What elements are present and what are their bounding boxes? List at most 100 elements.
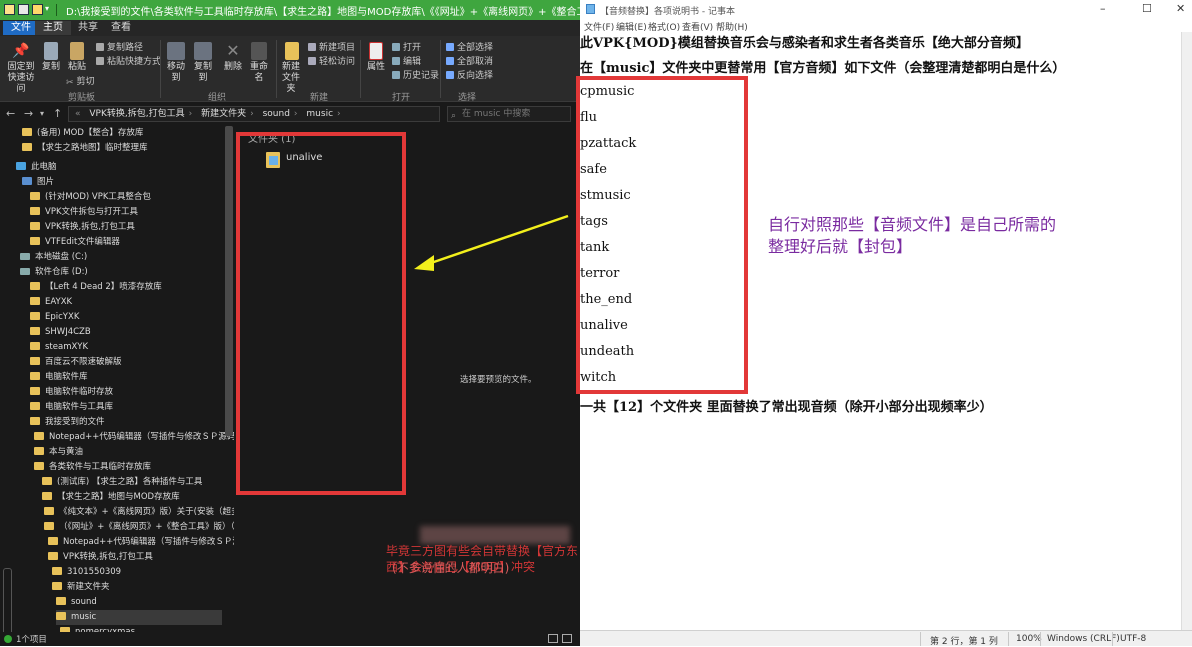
- tab-view[interactable]: 查看: [103, 21, 139, 35]
- large-icons-view-icon[interactable]: [562, 634, 572, 643]
- tree-item[interactable]: VPK转换,拆包,打包工具: [48, 550, 153, 565]
- tree-item[interactable]: VTFEdit文件编辑器: [30, 235, 120, 250]
- tree-item-label: 软件仓库 (D:): [35, 267, 88, 277]
- maximize-icon[interactable]: ☐: [1142, 2, 1152, 15]
- tree-item-label: VPK文件拆包与打开工具: [45, 207, 139, 217]
- new-folder-quick-icon[interactable]: [32, 4, 43, 15]
- ribbon-separator: [276, 40, 277, 98]
- history-button[interactable]: 历史记录: [392, 68, 439, 81]
- new-folder-button[interactable]: 新建文件夹: [280, 42, 304, 95]
- recent-chevron-icon[interactable]: ▾: [40, 109, 44, 118]
- chevron-down-icon[interactable]: ▾: [45, 4, 56, 15]
- tree-item[interactable]: Notepad++代码编辑器（写插件与修改ＳＰ源码所用_: [34, 430, 234, 445]
- select-all-button[interactable]: 全部选择: [446, 40, 493, 53]
- tree-item[interactable]: sound: [56, 595, 97, 610]
- tree-scrollbar[interactable]: [225, 126, 233, 436]
- tree-item[interactable]: 【Left 4 Dead 2】喷漆存放库: [30, 280, 162, 295]
- details-view-icon[interactable]: [548, 634, 558, 643]
- tree-item[interactable]: 3101550309: [52, 565, 121, 580]
- tree-item[interactable]: 【求生之路地图】临时整理库📌: [22, 141, 232, 156]
- breadcrumb-item[interactable]: music: [306, 107, 333, 121]
- new-item-button[interactable]: 新建项目: [308, 40, 355, 53]
- folder-icon: [30, 222, 40, 230]
- back-arrow-icon[interactable]: ←: [6, 107, 15, 120]
- folder-icon[interactable]: [4, 4, 15, 15]
- tree-item[interactable]: 电脑软件与工具库: [30, 400, 113, 415]
- tree-item[interactable]: (针对MOD) VPK工具整合包: [30, 190, 151, 205]
- tree-item[interactable]: (测试库) 【求生之路】各种插件与工具: [42, 475, 202, 490]
- up-arrow-icon[interactable]: ↑: [53, 107, 62, 120]
- tree-item[interactable]: VPK文件拆包与打开工具: [30, 205, 138, 220]
- copy-button[interactable]: 复制: [40, 42, 62, 73]
- properties-button[interactable]: 属性: [364, 42, 388, 73]
- tab-file[interactable]: 文件: [3, 21, 39, 35]
- pin-quick-access-button[interactable]: 📌 固定到快速访问: [4, 42, 38, 95]
- tree-item[interactable]: Notepad++代码编辑器（写插件与修改ＳＰ源码: [48, 535, 234, 550]
- easy-access-button[interactable]: 轻松访问: [308, 54, 355, 67]
- tree-item[interactable]: 此电脑: [16, 160, 57, 175]
- invert-selection-button[interactable]: 反向选择: [446, 68, 493, 81]
- paste-button[interactable]: 粘贴: [66, 42, 88, 73]
- new-item-icon: [308, 43, 316, 51]
- tree-item[interactable]: 本与黄油: [34, 445, 83, 460]
- drive-icon: [20, 253, 30, 260]
- open-button[interactable]: 打开: [392, 40, 421, 53]
- copy-to-icon: [194, 42, 212, 60]
- properties-quick-icon[interactable]: [18, 4, 29, 15]
- cut-button[interactable]: ✂ 剪切: [66, 74, 95, 88]
- drive-icon: [20, 268, 30, 275]
- tree-item[interactable]: 百度云不限速破解版: [30, 355, 122, 370]
- paste-shortcut-button[interactable]: 粘贴快捷方式: [96, 54, 161, 67]
- edit-button[interactable]: 编辑: [392, 54, 421, 67]
- tree-item[interactable]: 新建文件夹: [52, 580, 110, 595]
- tree-item[interactable]: steamXYK: [30, 340, 88, 355]
- copy-to-button[interactable]: 复制到: [191, 42, 215, 84]
- chevron-icon: «: [75, 109, 81, 119]
- move-to-button[interactable]: 移动到: [164, 42, 188, 84]
- tree-item[interactable]: 图片: [22, 175, 54, 190]
- tab-home[interactable]: 主页: [35, 21, 71, 35]
- breadcrumb-item[interactable]: 新建文件夹: [201, 107, 246, 121]
- folder-icon: [30, 357, 40, 365]
- tree-item[interactable]: nomercyxmas: [60, 625, 135, 632]
- tree-item[interactable]: 软件仓库 (D:): [20, 265, 88, 280]
- forward-arrow-icon[interactable]: →: [24, 107, 33, 120]
- delete-button[interactable]: ✕ 删除: [222, 42, 244, 73]
- tree-item[interactable]: EAYXK: [30, 295, 72, 310]
- paste-shortcut-label: 粘贴快捷方式: [107, 57, 162, 67]
- folder-icon: [22, 143, 32, 151]
- tab-share[interactable]: 共享: [70, 21, 106, 35]
- tree-item[interactable]: (备用) MOD【整合】存放库📌: [22, 126, 232, 141]
- tree-item[interactable]: VPK转换,拆包,打包工具: [30, 220, 135, 235]
- tree-item-label: 本与黄油: [49, 447, 84, 457]
- notepad-scrollbar[interactable]: [1181, 32, 1192, 630]
- folder-icon: [48, 552, 58, 560]
- pin-quick-access-label: 固定到快速访问: [7, 62, 35, 94]
- tree-item[interactable]: （《网址》+《离线网页》+《整合工具》版）（关: [44, 520, 234, 535]
- tree-item[interactable]: 我接受到的文件: [30, 415, 105, 430]
- tree-item[interactable]: 【求生之路】地图与MOD存放库: [42, 490, 180, 505]
- tree-item-label: 此电脑: [31, 162, 57, 172]
- rename-icon: [251, 42, 267, 60]
- tree-item[interactable]: 电脑软件库: [30, 370, 88, 385]
- folder-icon: [44, 522, 54, 530]
- select-none-button[interactable]: 全部取消: [446, 54, 493, 67]
- tree-item[interactable]: 电脑软件临时存放: [30, 385, 113, 400]
- copy-path-button[interactable]: 复制路径: [96, 40, 143, 53]
- breadcrumb-item[interactable]: sound: [263, 107, 290, 121]
- tree-item[interactable]: 各类软件与工具临时存放库: [34, 460, 151, 475]
- tree-item-label: Notepad++代码编辑器（写插件与修改ＳＰ源码: [63, 537, 234, 547]
- tree-item-selected[interactable]: music: [56, 610, 222, 625]
- tree-item[interactable]: EpicYXK: [30, 310, 79, 325]
- breadcrumb-item[interactable]: VPK转换,拆包,打包工具: [89, 107, 184, 121]
- tree-item[interactable]: 本地磁盘 (C:): [20, 250, 87, 265]
- minimize-icon[interactable]: –: [1100, 2, 1106, 15]
- close-icon[interactable]: ✕: [1176, 2, 1185, 15]
- tree-item[interactable]: 《纯文本》+《离线网页》版）关于(安装（超多）: [44, 505, 234, 520]
- tree-item[interactable]: SHWJ4CZB: [30, 325, 91, 340]
- tree-item-label: 3101550309: [67, 567, 122, 577]
- search-input[interactable]: ⌕ 在 music 中搜索: [447, 106, 571, 122]
- rename-button[interactable]: 重命名: [246, 42, 272, 84]
- address-bar[interactable]: « VPK转换,拆包,打包工具 › 新建文件夹 › sound › music ›: [68, 106, 440, 122]
- notepad-menu-bar: 文件(F) 编辑(E) 格式(O) 查看(V) 帮助(H): [580, 18, 1192, 33]
